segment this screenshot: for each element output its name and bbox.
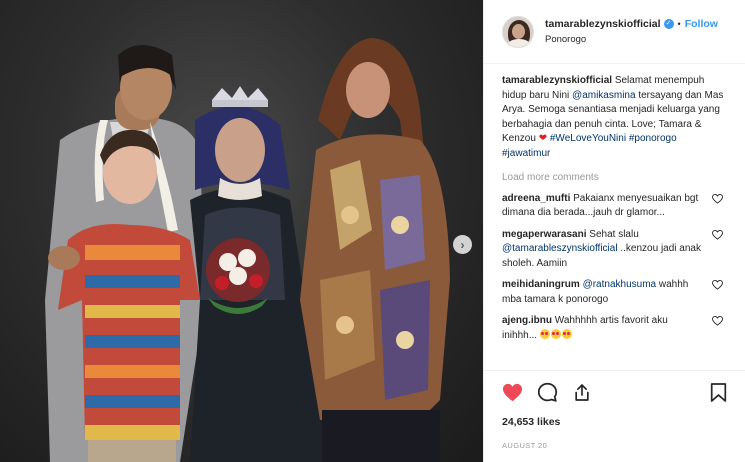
comment-icon[interactable] <box>537 382 558 403</box>
likes-count[interactable]: 24,653 likes <box>502 416 727 428</box>
location-link[interactable]: Ponorogo <box>545 34 718 45</box>
caption-hashtag-3[interactable]: #jawatimur <box>502 148 550 159</box>
comment-like-heart-icon[interactable] <box>712 193 723 204</box>
caption-username[interactable]: tamarablezynskiofficial <box>502 75 612 86</box>
verified-badge-icon: ✓ <box>663 19 674 29</box>
instagram-post: › tamarablezynskiofficial ✓ • Follow Pon… <box>0 0 745 462</box>
comment-like-heart-icon[interactable] <box>712 280 723 290</box>
follow-button[interactable]: Follow <box>685 18 718 30</box>
caption-hashtag-2[interactable]: #ponorogo <box>629 133 677 144</box>
share-icon[interactable] <box>572 382 592 403</box>
comment-item: megaperwarasani Sehat slalu @tamarablesz… <box>502 228 727 272</box>
post-date[interactable]: AUGUST 20 <box>502 441 727 450</box>
comment-username[interactable]: megaperwarasani <box>502 229 587 240</box>
avatar[interactable] <box>502 15 534 48</box>
header-user-row: tamarablezynskiofficial ✓ • Follow <box>545 18 718 30</box>
header-username[interactable]: tamarablezynskiofficial <box>545 18 661 30</box>
comment-item: adreena_mufti Pakaianx menyesuaikan bgt … <box>502 192 727 221</box>
photo-illustration <box>45 38 450 462</box>
load-more-comments-button[interactable]: Load more comments <box>502 172 727 183</box>
caption-hashtag-1[interactable]: #WeLoveYouNini <box>550 133 626 144</box>
action-icons-row <box>502 381 727 403</box>
woman-figure <box>300 38 450 462</box>
comment-item: ajeng.ibnu Wahhhhh artis favorit aku ini… <box>502 314 727 343</box>
comment-mention[interactable]: @ratnakhusuma <box>583 279 657 290</box>
comments-area: tamarablezynskiofficial Selamat menempuh… <box>484 64 745 370</box>
comment-username[interactable]: adreena_mufti <box>502 193 570 204</box>
post-header: tamarablezynskiofficial ✓ • Follow Ponor… <box>484 0 745 64</box>
comment-username[interactable]: ajeng.ibnu <box>502 315 552 326</box>
post-side-panel: tamarablezynskiofficial ✓ • Follow Ponor… <box>483 0 745 462</box>
comment-mention[interactable]: @tamarableszynskiofficial <box>502 243 618 254</box>
next-arrow-icon[interactable]: › <box>453 235 472 254</box>
comment-username[interactable]: meihidaningrum <box>502 279 580 290</box>
heart-eyes-emoji-icon <box>561 328 572 339</box>
comment-item: meihidaningrum @ratnakhusuma wahhh mba t… <box>502 278 727 307</box>
heart-eyes-emoji-icon <box>550 328 561 339</box>
red-heart-emoji-icon: ❤ <box>538 133 548 145</box>
header-text: tamarablezynskiofficial ✓ • Follow Ponor… <box>545 18 718 45</box>
comment-like-heart-icon[interactable] <box>712 316 723 326</box>
comment-like-heart-icon[interactable] <box>712 229 723 240</box>
post-photo[interactable]: › <box>0 0 483 462</box>
comment-text: Sehat slalu <box>589 228 639 240</box>
caption: tamarablezynskiofficial Selamat menempuh… <box>502 74 727 162</box>
heart-icon[interactable] <box>502 383 523 402</box>
post-actions: 24,653 likes AUGUST 20 <box>484 370 745 450</box>
heart-eyes-emoji-icon <box>539 328 550 339</box>
separator-dot: • <box>677 19 681 29</box>
caption-mention[interactable]: @amikasmina <box>572 90 636 101</box>
bookmark-icon[interactable] <box>710 382 727 403</box>
